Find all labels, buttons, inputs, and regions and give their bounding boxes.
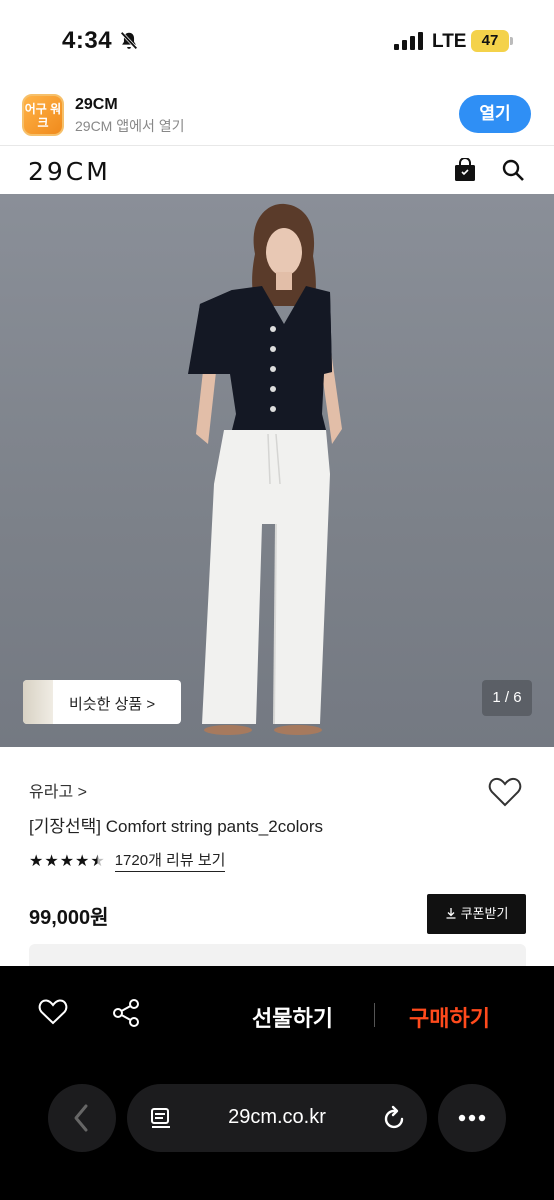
half-star-icon: ★	[90, 852, 105, 870]
star-icon: ★	[44, 852, 59, 870]
gift-button[interactable]: 선물하기	[252, 1001, 333, 1033]
app-subtitle: 29CM 앱에서 열기	[75, 118, 185, 134]
battery-icon: 47	[471, 30, 509, 52]
star-icon: ★	[29, 852, 44, 870]
buy-button[interactable]: 구매하기	[409, 1001, 490, 1033]
star-icon: ★	[59, 852, 75, 870]
app-open-banner: 어구 워크 29CM 29CM 앱에서 열기 열기	[0, 80, 554, 146]
model-photo	[188, 203, 342, 735]
battery-cap	[510, 37, 513, 45]
browser-back-button[interactable]	[48, 1084, 116, 1152]
site-header: 29CM	[0, 147, 554, 194]
app-name: 29CM	[75, 96, 118, 113]
browser-more-button[interactable]	[438, 1084, 506, 1152]
open-app-button[interactable]: 열기	[459, 95, 531, 133]
app-icon-text: 어구 워크	[24, 102, 62, 130]
share-icon[interactable]	[111, 998, 141, 1028]
product-title: [기장선택] Comfort string pants_2colors	[29, 817, 324, 836]
back-arrow-icon	[74, 1104, 88, 1132]
status-time: 4:34	[62, 27, 113, 54]
status-bar: 4:34 LTE 47	[0, 0, 554, 80]
heart-icon[interactable]	[38, 998, 68, 1026]
browser-address-bar[interactable]: 29cm.co.kr	[127, 1084, 427, 1152]
download-icon	[446, 908, 456, 919]
similar-thumbnail	[23, 680, 53, 724]
reload-icon[interactable]	[383, 1105, 407, 1131]
product-rating: ★ ★ ★ ★ ★ 1720개 리뷰 보기	[29, 849, 226, 872]
bell-slash-icon	[120, 31, 138, 50]
product-price: 99,000원	[29, 907, 109, 929]
network-label: LTE	[432, 31, 467, 52]
image-counter: 1 / 6	[482, 680, 532, 716]
signal-icon	[394, 32, 423, 50]
rating-stars: ★ ★ ★ ★ ★	[29, 851, 105, 871]
coupon-button[interactable]: 쿠폰받기	[427, 894, 526, 934]
review-link[interactable]: 1720개 리뷰 보기	[114, 849, 226, 872]
info-strip	[29, 944, 526, 966]
more-icon	[458, 1114, 486, 1122]
browser-url: 29cm.co.kr	[228, 1106, 326, 1128]
site-logo[interactable]: 29CM	[28, 157, 111, 186]
heart-icon[interactable]	[488, 776, 522, 808]
product-image[interactable]: 비슷한 상품 > 1 / 6	[0, 194, 554, 747]
app-icon: 어구 워크	[22, 94, 64, 136]
shopping-bag-icon[interactable]	[454, 158, 476, 182]
similar-products-label: 비슷한 상품 >	[69, 696, 156, 713]
bottom-action-bar: 선물하기 구매하기 29cm.co.kr	[0, 966, 554, 1200]
action-divider	[374, 1003, 375, 1027]
brand-link[interactable]: 유라고 >	[29, 778, 87, 802]
similar-products-button[interactable]: 비슷한 상품 >	[23, 680, 181, 724]
search-icon[interactable]	[502, 159, 524, 181]
star-icon: ★	[75, 852, 90, 870]
coupon-label: 쿠폰받기	[460, 906, 509, 921]
